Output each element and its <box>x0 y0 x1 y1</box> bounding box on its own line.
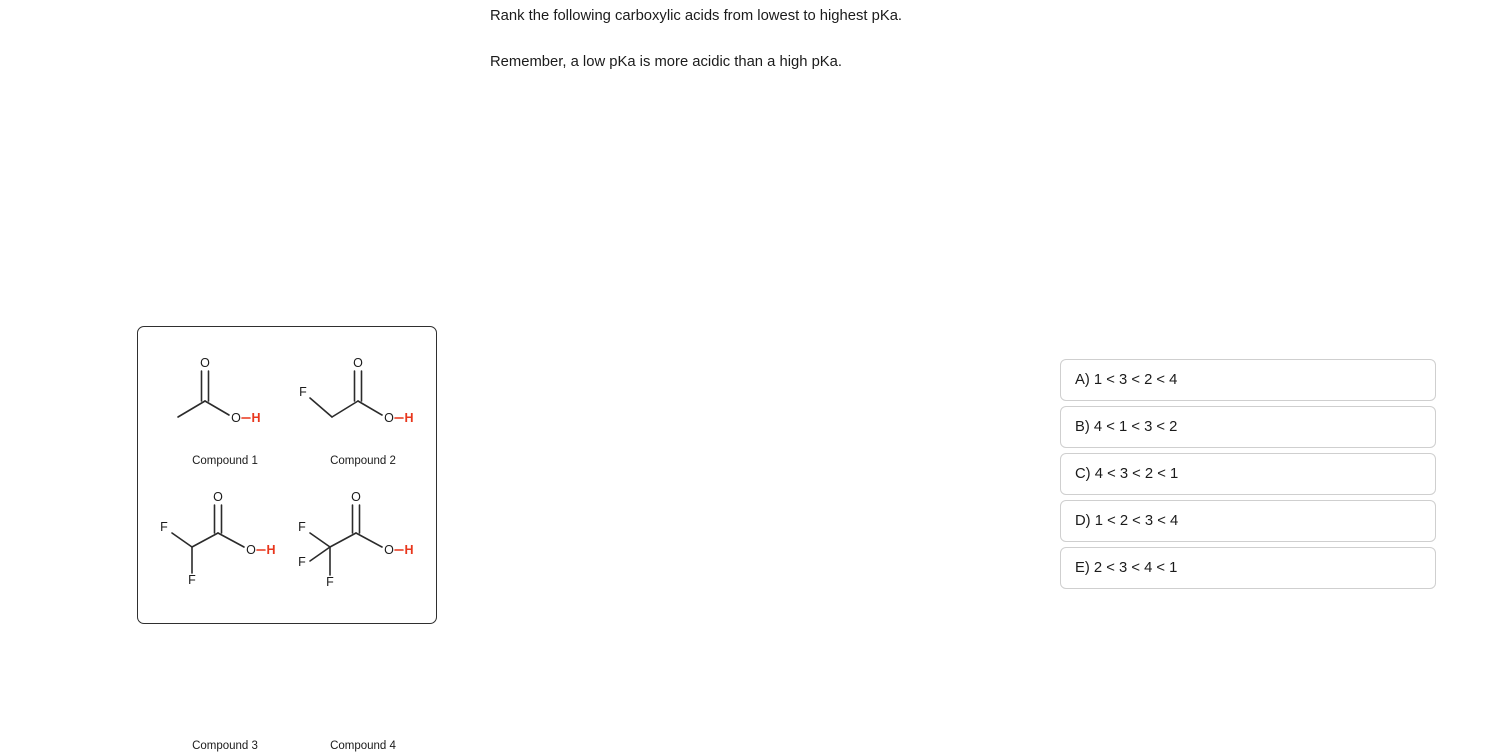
compound-2-label: Compound 2 <box>330 455 396 467</box>
compound-2-structure: F O O H <box>288 345 438 457</box>
compound-3-label: Compound 3 <box>192 740 258 752</box>
fluorine-label-2: F <box>298 555 306 569</box>
compound-4-structure: F F F O O H <box>288 485 438 613</box>
hydroxyl-oxygen-label: O <box>384 543 394 557</box>
question-block: Rank the following carboxylic acids from… <box>490 6 1050 72</box>
hydroxyl-oxygen-label: O <box>231 411 241 425</box>
acidic-hydrogen-label: H <box>404 411 413 425</box>
acidic-hydrogen-label: H <box>266 543 275 557</box>
compound-2: F O O H Compound 2 <box>288 345 438 485</box>
fluorine-label-3: F <box>326 575 334 589</box>
carbonyl-oxygen-label: O <box>200 356 210 370</box>
compound-4: F F F O O H Compound 4 <box>288 485 438 752</box>
fluorine-label: F <box>299 385 307 399</box>
answer-option-c[interactable]: C) 4 < 3 < 2 < 1 <box>1060 453 1436 495</box>
structures-panel: O O H Compound 1 F O O H Compound 2 F F … <box>137 326 438 752</box>
compound-grid: O O H Compound 1 F O O H Compound 2 F F … <box>138 327 438 752</box>
hydroxyl-oxygen-label: O <box>246 543 256 557</box>
fluorine-label-1: F <box>160 520 168 534</box>
compound-3-structure: F F O O H <box>150 485 300 613</box>
hydroxyl-oxygen-label: O <box>384 411 394 425</box>
answer-option-d[interactable]: D) 1 < 2 < 3 < 4 <box>1060 500 1436 542</box>
answer-option-e[interactable]: E) 2 < 3 < 4 < 1 <box>1060 547 1436 589</box>
question-line-2: Remember, a low pKa is more acidic than … <box>490 54 843 70</box>
carbonyl-oxygen-label: O <box>351 490 361 504</box>
answer-options-list: A) 1 < 3 < 2 < 4 B) 4 < 1 < 3 < 2 C) 4 <… <box>1060 359 1436 589</box>
compound-3: F F O O H Compound 3 <box>150 485 300 752</box>
carbonyl-oxygen-label: O <box>213 490 223 504</box>
answer-option-b[interactable]: B) 4 < 1 < 3 < 2 <box>1060 406 1436 448</box>
fluorine-label-1: F <box>298 520 306 534</box>
compound-1-label: Compound 1 <box>192 455 258 467</box>
question-line-1: Rank the following carboxylic acids from… <box>490 8 903 24</box>
acidic-hydrogen-label: H <box>251 411 260 425</box>
fluorine-label-2: F <box>188 573 196 587</box>
compound-1-structure: O O H <box>150 345 300 457</box>
acidic-hydrogen-label: H <box>404 543 413 557</box>
carbonyl-oxygen-label: O <box>353 356 363 370</box>
answer-option-a[interactable]: A) 1 < 3 < 2 < 4 <box>1060 359 1436 401</box>
compound-4-label: Compound 4 <box>330 740 396 752</box>
compound-1: O O H Compound 1 <box>150 345 300 485</box>
